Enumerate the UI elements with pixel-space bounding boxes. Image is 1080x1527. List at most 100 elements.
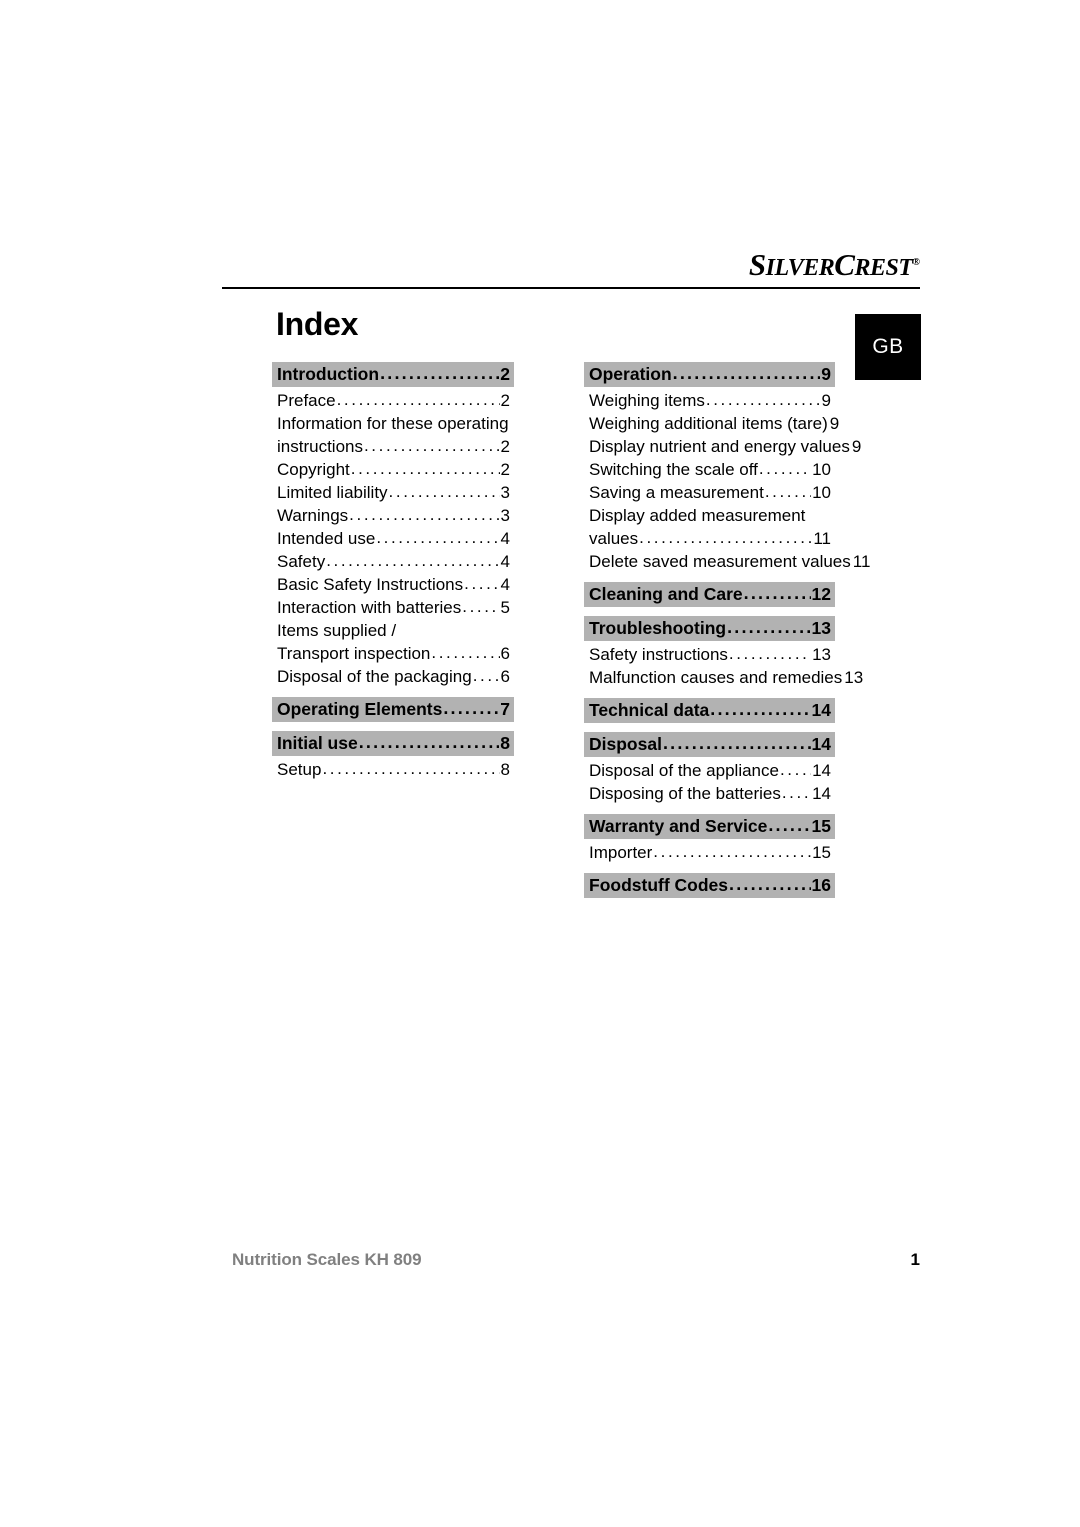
logo-letter-s: S [748,247,766,282]
toc-section-entry[interactable]: Operation...............................… [584,362,835,387]
toc-dot-leader: ........................................… [743,583,811,603]
toc-entry-label: Weighing items [589,391,705,410]
toc-item-entry[interactable]: Saving a measurement....................… [584,481,835,504]
toc-dot-leader: ........................................… [639,528,812,547]
toc-entry-label: Intended use [277,529,376,548]
toc-item-entry[interactable]: Safety instructions.....................… [584,643,835,666]
toc-entry-label: Items supplied / [277,621,397,640]
toc-item-entry[interactable]: Weighing additional items (tare)........… [584,412,839,435]
toc-page-number: 3 [500,506,510,525]
toc-entry-label: Introduction [277,364,380,384]
toc-dot-leader: ........................................… [336,390,500,409]
toc-item-entry[interactable]: Disposal of the packaging...............… [272,665,514,688]
toc-section-entry[interactable]: Technical data..........................… [584,698,835,723]
toc-column-right: Operation...............................… [584,362,870,900]
toc-entry-label: Operating Elements [277,699,443,719]
toc-entry-label: Importer [589,843,653,862]
toc-item-entry[interactable]: Display added measurement [584,504,835,527]
toc-item-entry[interactable]: Disposing of the batteries..............… [584,782,835,805]
toc-page-number: 10 [812,483,831,502]
toc-item-entry[interactable]: Transport inspection....................… [272,642,514,665]
toc-section-entry[interactable]: Introduction............................… [272,362,514,387]
toc-page-number: 5 [500,598,510,617]
toc-section-entry[interactable]: Warranty and Service....................… [584,814,835,839]
logo-text-ilver: ILVER [765,255,835,281]
toc-dot-leader: ........................................… [462,597,499,616]
toc-entry-label: Malfunction causes and remedies [589,668,843,687]
toc-item-entry[interactable]: Information for these operating [272,412,514,435]
toc-dot-leader: ........................................… [729,874,811,894]
toc-dot-leader: ........................................… [779,760,811,779]
toc-item-entry[interactable]: Delete saved measurement values.........… [584,550,870,573]
toc-page-number: 9 [821,364,831,384]
toc-entry-label: Warranty and Service [589,816,768,836]
toc-item-entry[interactable]: Setup...................................… [272,758,514,781]
toc-item-entry[interactable]: Intended use............................… [272,527,514,550]
toc-page-number: 2 [500,460,510,479]
toc-item-entry[interactable]: Weighing items..........................… [584,389,835,412]
toc-entry-label: Transport inspection [277,644,431,663]
toc-entry-label: instructions [277,437,363,456]
toc-page-number: 2 [500,364,510,384]
toc-section-entry[interactable]: Operating Elements......................… [272,697,514,722]
toc-page-number: 15 [811,816,831,836]
toc-item-entry[interactable]: Display nutrient and energy values......… [584,435,861,458]
toc-page-number: 8 [500,760,510,779]
toc-item-entry[interactable]: instructions............................… [272,435,514,458]
toc-page-number: 4 [500,552,510,571]
toc-item-entry[interactable]: Interaction with batteries..............… [272,596,514,619]
toc-page-number: 8 [500,733,510,753]
toc-item-entry[interactable]: Limited liability.......................… [272,481,514,504]
document-page: SILVERCREST® GB Index Introduction......… [0,0,1080,1527]
toc-page-number: 14 [812,761,831,780]
toc-dot-leader: ........................................… [358,732,500,752]
toc-page-number: 11 [852,552,871,571]
toc-dot-leader: ........................................… [464,574,500,593]
toc-page-number: 14 [811,734,831,754]
toc-dot-leader: ........................................… [672,363,821,383]
toc-dot-leader: ........................................… [758,459,811,478]
toc-item-entry[interactable]: Basic Safety Instructions...............… [272,573,514,596]
toc-dot-leader: ........................................… [728,644,811,663]
toc-entry-label: Cleaning and Care [589,584,743,604]
page-footer: Nutrition Scales KH 809 1 [232,1250,920,1270]
toc-item-entry[interactable]: Safety..................................… [272,550,514,573]
toc-entry-label: Weighing additional items (tare) [589,414,828,433]
toc-entry-label: Copyright [277,460,350,479]
toc-item-entry[interactable]: Warnings................................… [272,504,514,527]
toc-entry-label: Disposal of the packaging [277,667,472,686]
logo-text-rest: REST [854,255,913,281]
toc-entry-label: Disposal [589,734,662,754]
toc-entry-label: Interaction with batteries [277,598,462,617]
toc-item-entry[interactable]: Disposal of the appliance...............… [584,759,835,782]
toc-page-number: 15 [812,843,831,862]
toc-entry-label: Switching the scale off [589,460,758,479]
toc-entry-label: Display nutrient and energy values [589,437,850,456]
toc-section-entry[interactable]: Cleaning and Care.......................… [584,582,835,607]
toc-item-entry[interactable]: Switching the scale off.................… [584,458,835,481]
toc-item-entry[interactable]: Importer................................… [584,841,835,864]
toc-item-entry[interactable]: Preface.................................… [272,389,514,412]
toc-page-number: 11 [813,529,831,548]
toc-dot-leader: ........................................… [710,699,811,719]
toc-section-entry[interactable]: Troubleshooting.........................… [584,616,835,641]
toc-page-number: 2 [500,437,510,456]
toc-entry-label: Operation [589,364,672,384]
toc-page-number: 3 [500,483,510,502]
toc-page-number: 14 [812,784,831,803]
toc-section-entry[interactable]: Initial use.............................… [272,731,514,756]
toc-section-entry[interactable]: Disposal................................… [584,732,835,757]
toc-entry-label: Disposal of the appliance [589,761,779,780]
toc-entry-label: Warnings [277,506,349,525]
toc-page-number: 9 [851,437,862,456]
toc-dot-leader: ........................................… [662,733,811,753]
toc-page-number: 9 [829,414,840,433]
toc-entry-label: Safety instructions [589,645,728,664]
toc-item-entry[interactable]: Copyright...............................… [272,458,514,481]
toc-page-number: 13 [844,668,864,687]
toc-item-entry[interactable]: values..................................… [584,527,835,550]
toc-item-entry[interactable]: Items supplied / [272,619,514,642]
toc-section-entry[interactable]: Foodstuff Codes.........................… [584,873,835,898]
toc-page-number: 13 [811,618,831,638]
toc-item-entry[interactable]: Malfunction causes and remedies.........… [584,666,863,689]
